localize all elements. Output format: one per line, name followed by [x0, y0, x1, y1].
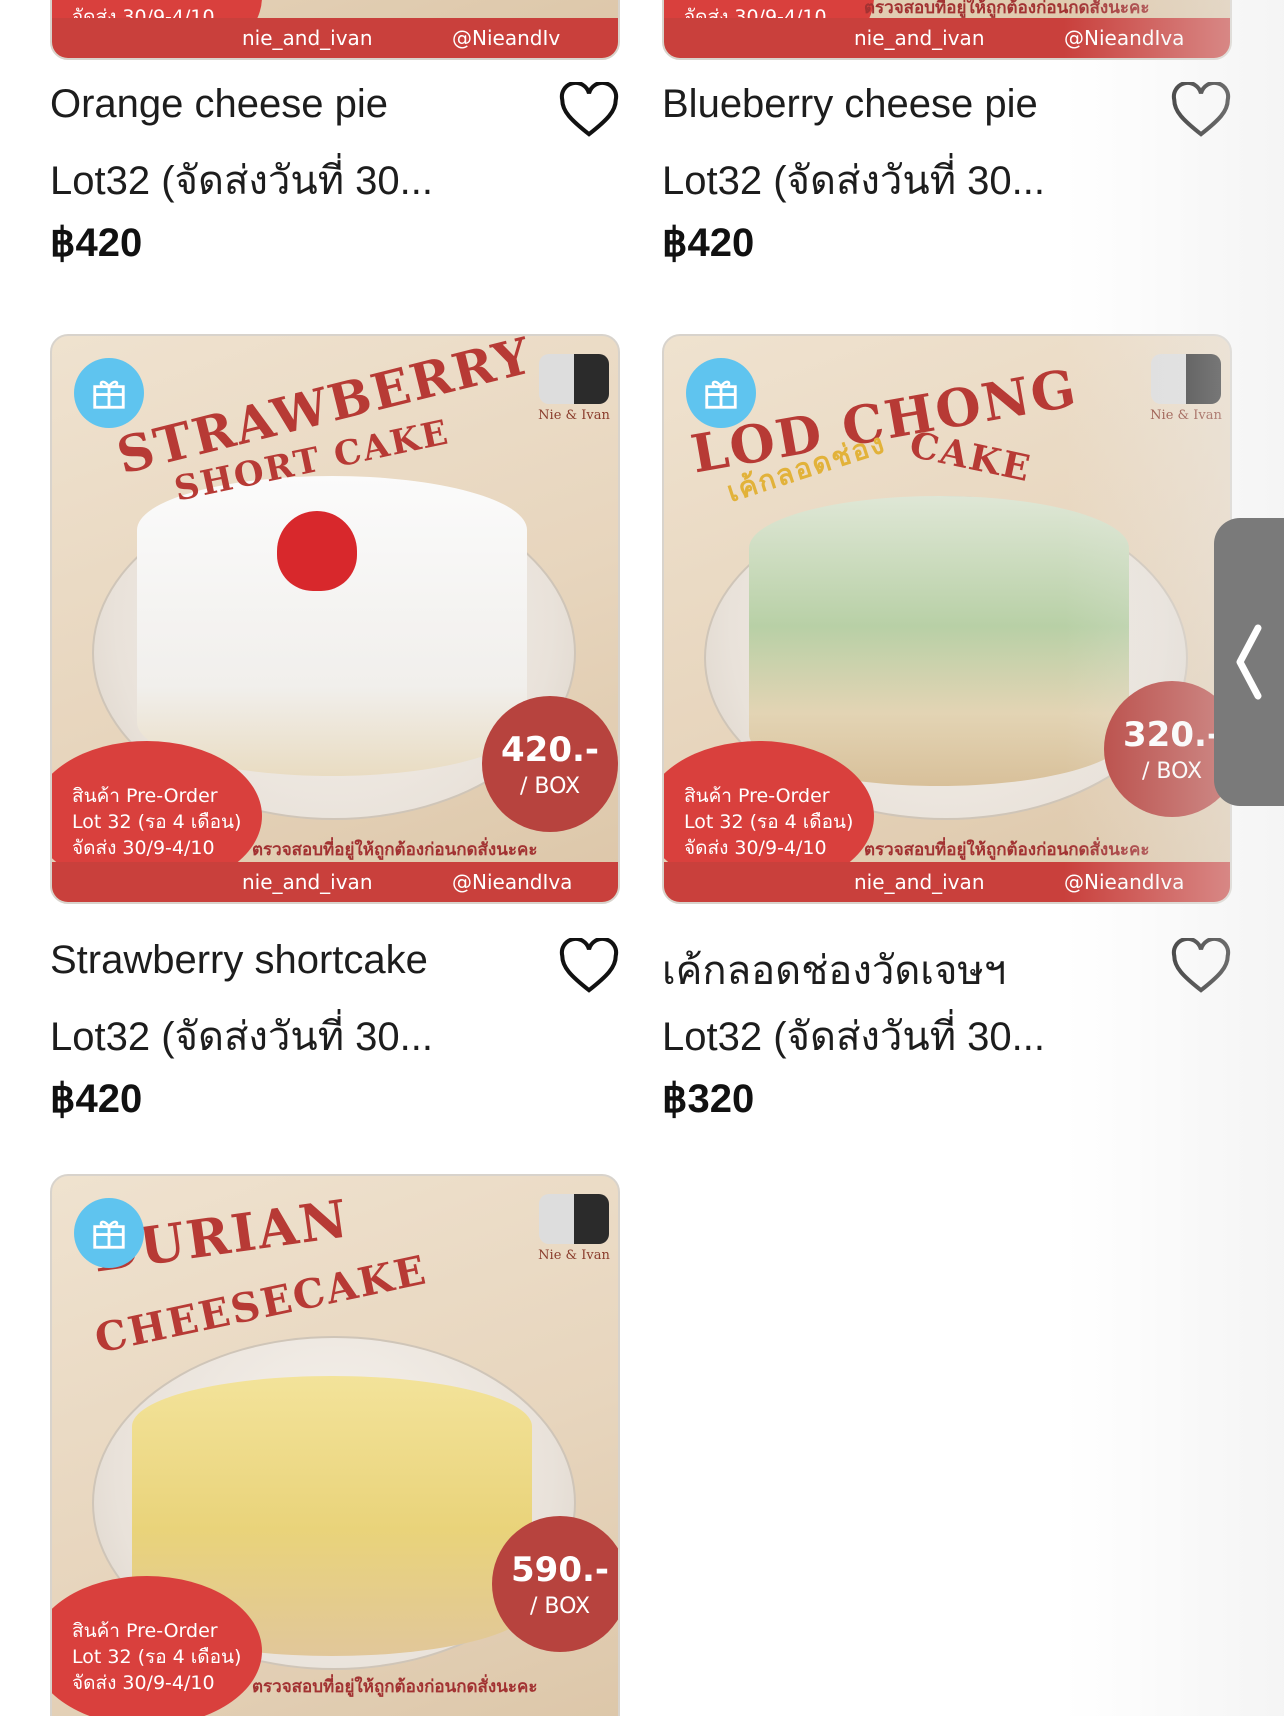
image-price: 320.-	[1123, 715, 1221, 755]
product-card[interactable]: LOD CHONG CAKE เค้กลอดช่อง Nie & Ivan 32…	[662, 334, 1232, 1134]
heart-outline-icon[interactable]	[1170, 82, 1232, 138]
delivery-date-text: จัดส่ง 30/9-4/10	[684, 837, 827, 859]
image-price-unit: / BOX	[529, 1594, 591, 1619]
product-price: ฿420	[50, 1077, 143, 1121]
heart-outline-icon[interactable]	[558, 938, 620, 994]
gift-icon	[74, 1198, 144, 1268]
product-name[interactable]: Strawberry shortcake	[50, 938, 428, 983]
gift-icon	[686, 358, 756, 428]
brand-logo: Nie & Ivan	[1146, 348, 1226, 448]
address-note: ตรวจสอบที่อยู่ให้ถูกต้องก่อนกดสั่งนะคะ	[252, 840, 538, 860]
product-subtitle: Lot32 (จัดส่งวันที่ 30...	[662, 1015, 1046, 1059]
address-note: ตรวจสอบที่อยู่ให้ถูกต้องก่อนกดสั่งนะคะ	[864, 840, 1150, 860]
image-price-unit: / BOX	[519, 774, 581, 799]
product-subtitle: Lot32 (จัดส่งวันที่ 30...	[50, 159, 434, 203]
product-price: ฿420	[662, 221, 755, 265]
social-bar: nie_and_ivan @NieandIva	[664, 862, 1230, 902]
product-card[interactable]: จัดส่ง 30/9-4/10 nie_and_ivan @NieandIv …	[50, 0, 620, 290]
instagram-handle: nie_and_ivan	[242, 26, 373, 50]
twitter-handle: @NieandIva	[452, 870, 573, 894]
image-price-badge: 320.- / BOX	[1104, 681, 1230, 817]
product-subtitle: Lot32 (จัดส่งวันที่ 30...	[662, 159, 1046, 203]
image-price-badge: 420.- / BOX	[482, 696, 618, 832]
product-name[interactable]: เค้กลอดช่องวัดเจษฯ	[662, 938, 1006, 1002]
cake-graphic	[749, 496, 1129, 786]
image-price: 590.-	[511, 1550, 609, 1590]
delivery-date-text: จัดส่ง 30/9-4/10	[72, 1672, 215, 1694]
product-price: ฿420	[50, 221, 143, 265]
product-image[interactable]: STRAWBERRY SHORT CAKE Nie & Ivan 420.- /…	[50, 334, 620, 904]
product-image[interactable]: จัดส่ง 30/9-4/10 ตรวจสอบที่อยู่ให้ถูกต้อ…	[662, 0, 1232, 60]
product-subtitle: Lot32 (จัดส่งวันที่ 30...	[50, 1015, 434, 1059]
product-card[interactable]: STRAWBERRY SHORT CAKE Nie & Ivan 420.- /…	[50, 334, 620, 1134]
brand-name: Nie & Ivan	[538, 408, 610, 423]
brand-name: Nie & Ivan	[1150, 408, 1222, 423]
instagram-handle: nie_and_ivan	[854, 26, 985, 50]
strawberry-graphic	[277, 511, 357, 591]
product-image[interactable]: DURIAN CHEESECAKE Nie & Ivan 590.- / BOX…	[50, 1174, 620, 1716]
image-price: 420.-	[501, 730, 599, 770]
product-card[interactable]: จัดส่ง 30/9-4/10 ตรวจสอบที่อยู่ให้ถูกต้อ…	[662, 0, 1232, 290]
product-price: ฿320	[662, 1077, 755, 1121]
brand-logo: Nie & Ivan	[534, 348, 614, 448]
product-name[interactable]: Blueberry cheese pie	[662, 82, 1038, 127]
social-bar: nie_and_ivan @NieandIv	[52, 18, 618, 58]
product-card[interactable]: DURIAN CHEESECAKE Nie & Ivan 590.- / BOX…	[50, 1174, 620, 1716]
heart-outline-icon[interactable]	[558, 82, 620, 138]
delivery-date-text: จัดส่ง 30/9-4/10	[72, 837, 215, 859]
social-bar: nie_and_ivan @NieandIva	[52, 862, 618, 902]
product-image[interactable]: LOD CHONG CAKE เค้กลอดช่อง Nie & Ivan 32…	[662, 334, 1232, 904]
twitter-handle: @NieandIva	[1064, 26, 1185, 50]
brand-logo: Nie & Ivan	[534, 1188, 614, 1288]
social-bar: nie_and_ivan @NieandIva	[664, 18, 1230, 58]
instagram-handle: nie_and_ivan	[242, 870, 373, 894]
heart-outline-icon[interactable]	[1170, 938, 1232, 994]
image-price-unit: / BOX	[1141, 759, 1203, 784]
side-panel-handle[interactable]	[1214, 518, 1284, 806]
twitter-handle: @NieandIv	[452, 26, 561, 50]
product-image[interactable]: จัดส่ง 30/9-4/10 nie_and_ivan @NieandIv	[50, 0, 620, 60]
gift-icon	[74, 358, 144, 428]
image-price-badge: 590.- / BOX	[492, 1516, 618, 1652]
chevron-left-icon	[1236, 624, 1262, 700]
address-note: ตรวจสอบที่อยู่ให้ถูกต้องก่อนกดสั่งนะคะ	[252, 1677, 538, 1697]
twitter-handle: @NieandIva	[1064, 870, 1185, 894]
instagram-handle: nie_and_ivan	[854, 870, 985, 894]
product-name[interactable]: Orange cheese pie	[50, 82, 388, 127]
brand-name: Nie & Ivan	[538, 1248, 610, 1263]
